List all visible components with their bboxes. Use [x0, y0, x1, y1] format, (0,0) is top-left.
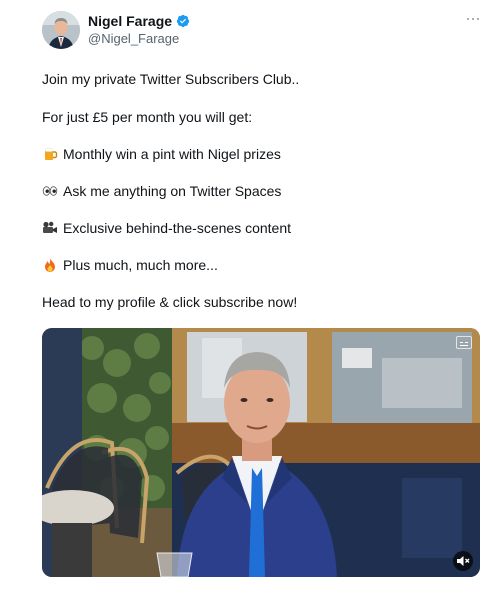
movie-camera-icon	[42, 220, 58, 236]
bullet-text: Plus much, much more...	[63, 257, 218, 273]
tweet-card: Nigel Farage @Nigel_Farage Join my priva…	[0, 0, 500, 593]
bullet-text: Ask me anything on Twitter Spaces	[63, 183, 282, 199]
bullet-text: Exclusive behind-the-scenes content	[63, 220, 292, 236]
tweet-text-line-2: For just £5 per month you will get:	[42, 109, 253, 125]
author-name-row: Nigel Farage	[88, 13, 190, 29]
video-player[interactable]	[42, 328, 480, 577]
bullet-item: Exclusive behind-the-scenes content	[42, 220, 291, 236]
author-name[interactable]: Nigel Farage	[88, 13, 172, 29]
mute-icon[interactable]	[453, 551, 473, 571]
avatar[interactable]	[42, 11, 80, 49]
bullet-item: Ask me anything on Twitter Spaces	[42, 183, 281, 199]
tweet-text-line-1: Join my private Twitter Subscribers Club…	[42, 71, 300, 87]
bullet-item: Monthly win a pint with Nigel prizes	[42, 146, 281, 162]
bullet-item: Plus much, much more...	[42, 257, 218, 273]
tweet-cta: Head to my profile & click subscribe now…	[42, 294, 298, 310]
eyes-icon	[42, 183, 58, 199]
bullet-text: Monthly win a pint with Nigel prizes	[63, 146, 281, 162]
author-handle[interactable]: @Nigel_Farage	[88, 31, 179, 46]
verified-badge-icon	[176, 14, 190, 28]
more-options-icon[interactable]	[462, 12, 484, 26]
beer-mug-icon	[42, 146, 58, 162]
captions-icon[interactable]	[456, 336, 472, 349]
fire-icon	[42, 257, 58, 273]
